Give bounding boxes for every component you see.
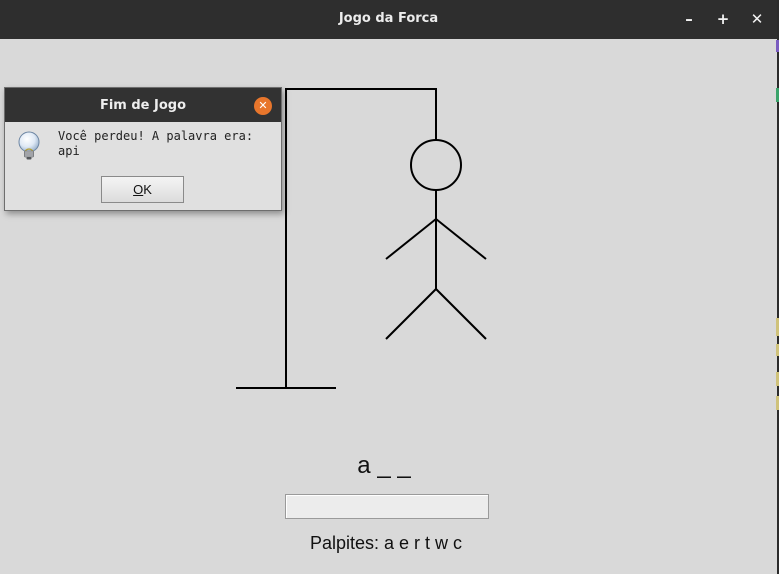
- close-icon[interactable]: ✕: [747, 9, 767, 29]
- ok-button[interactable]: OK: [101, 176, 184, 203]
- hangman-head: [410, 139, 462, 191]
- hangman-left-arm: [385, 218, 437, 260]
- minimize-icon[interactable]: –: [679, 9, 699, 29]
- hangman-right-leg: [435, 288, 487, 340]
- dialog-message: Você perdeu! A palavra era: api: [58, 129, 278, 159]
- window-title: Jogo da Forca: [338, 11, 439, 26]
- dialog-message-line1: Você perdeu! A palavra era:: [58, 129, 254, 143]
- window-titlebar: Jogo da Forca – + ✕: [0, 0, 777, 39]
- guesses-label: Palpites: a e r t w c: [309, 533, 463, 553]
- lightbulb-info-icon: [18, 131, 40, 160]
- dialog-message-line2: api: [58, 144, 80, 158]
- dialog-title: Fim de Jogo: [99, 98, 187, 113]
- dialog-titlebar: Fim de Jogo ✕: [5, 88, 281, 122]
- hangman-left-leg: [385, 288, 437, 340]
- game-over-dialog: Fim de Jogo ✕ Você perdeu! A palavra era…: [4, 87, 282, 211]
- maximize-icon[interactable]: +: [713, 9, 733, 29]
- ok-label-rest: K: [143, 182, 152, 197]
- dialog-close-icon[interactable]: ✕: [254, 97, 272, 115]
- word-display: a _ _: [357, 452, 411, 479]
- guess-input[interactable]: [285, 494, 489, 519]
- ok-mnemonic: O: [133, 182, 144, 197]
- hangman-right-arm: [435, 218, 487, 260]
